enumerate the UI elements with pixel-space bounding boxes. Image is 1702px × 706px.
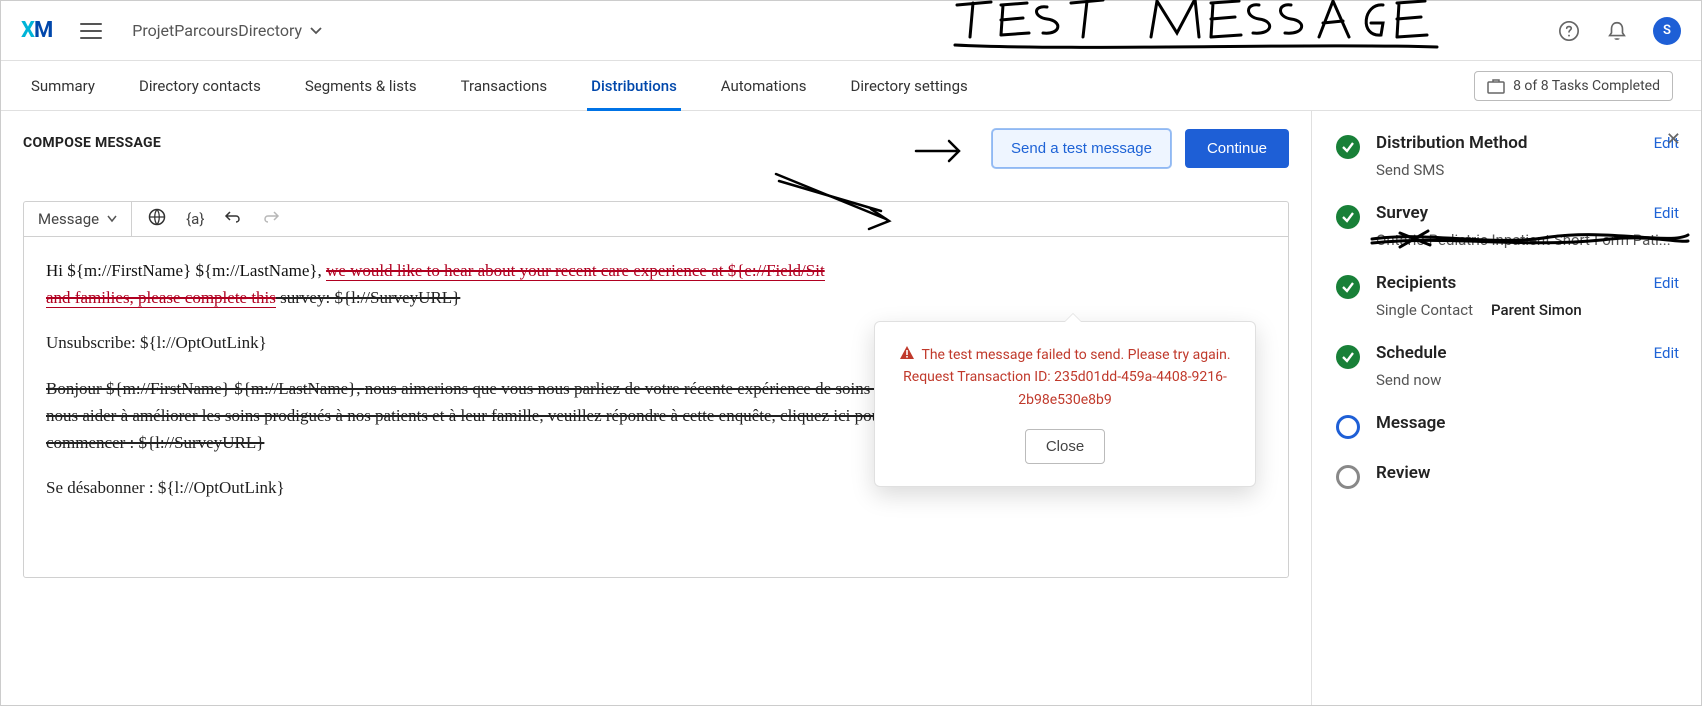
step-sub: Send now: [1376, 371, 1679, 389]
step-title: Review: [1376, 463, 1430, 483]
logo: XM: [21, 18, 52, 43]
help-icon[interactable]: [1557, 19, 1581, 43]
chevron-down-icon: [310, 25, 322, 37]
error-text-2: Request Transaction ID: 235d01dd-459a-44…: [903, 369, 1227, 407]
avatar[interactable]: S: [1653, 17, 1681, 45]
step-title: Recipients: [1376, 273, 1456, 293]
briefcase-icon: [1487, 78, 1505, 94]
step-survey: Survey Edit Ontario Pediatric Inpatient …: [1336, 203, 1679, 249]
tasks-completed-badge[interactable]: 8 of 8 Tasks Completed: [1474, 71, 1673, 101]
step-recipients: Recipients Edit Single ContactParent Sim…: [1336, 273, 1679, 319]
warning-icon: [899, 345, 915, 361]
send-test-message-button[interactable]: Send a test message: [992, 129, 1171, 168]
msg-line-1: Hi ${m://FirstName} ${m://LastName}, we …: [46, 257, 1266, 311]
tab-bar: Summary Directory contacts Segments & li…: [1, 61, 1701, 111]
tab-distributions[interactable]: Distributions: [569, 61, 699, 110]
message-dropdown[interactable]: Message: [24, 202, 132, 236]
top-bar: XM ProjetParcoursDirectory: [1, 1, 1701, 61]
undo-icon[interactable]: [224, 210, 242, 228]
step-sub: Send SMS: [1376, 161, 1679, 179]
popover-close-button[interactable]: Close: [1025, 429, 1105, 464]
error-text-1: The test message failed to send. Please …: [921, 347, 1230, 363]
tab-transactions[interactable]: Transactions: [439, 61, 570, 110]
recipient-name: Parent Simon: [1491, 301, 1582, 319]
ring-icon: [1336, 465, 1360, 489]
test-message-error-popover: The test message failed to send. Please …: [874, 321, 1256, 487]
redo-icon[interactable]: [262, 210, 280, 228]
edit-link[interactable]: Edit: [1654, 204, 1679, 222]
chevron-down-icon: [107, 214, 117, 224]
project-switcher[interactable]: ProjetParcoursDirectory: [132, 21, 322, 40]
step-sub: Single ContactParent Simon: [1376, 301, 1679, 319]
tab-summary[interactable]: Summary: [9, 61, 117, 110]
edit-link[interactable]: Edit: [1654, 274, 1679, 292]
step-title: Survey: [1376, 203, 1428, 223]
check-icon: [1336, 135, 1360, 159]
editor-toolbar: Message {a}: [24, 202, 1288, 237]
check-icon: [1336, 205, 1360, 229]
logo-m: M: [34, 18, 52, 43]
logo-x: X: [21, 18, 34, 43]
piped-text-icon[interactable]: {a}: [186, 210, 204, 228]
scribble-redaction: [1370, 227, 1690, 251]
close-icon[interactable]: ✕: [1666, 129, 1681, 150]
step-message[interactable]: Message: [1336, 413, 1679, 439]
project-name: ProjetParcoursDirectory: [132, 21, 302, 40]
globe-icon[interactable]: [148, 208, 166, 230]
check-icon: [1336, 275, 1360, 299]
step-sub: Ontario Pediatric Inpatient Short-Form P…: [1376, 231, 1679, 249]
tab-directory-settings[interactable]: Directory settings: [829, 61, 990, 110]
tab-automations[interactable]: Automations: [699, 61, 829, 110]
main: COMPOSE MESSAGE Send a test message Cont…: [1, 111, 1701, 705]
step-title: Message: [1376, 413, 1445, 433]
ring-icon: [1336, 415, 1360, 439]
step-distribution-method: Distribution Method Edit Send SMS: [1336, 133, 1679, 179]
bell-icon[interactable]: [1605, 19, 1629, 43]
handwritten-annotation: [951, 0, 1451, 70]
tab-segments-lists[interactable]: Segments & lists: [283, 61, 439, 110]
tasks-text: 8 of 8 Tasks Completed: [1513, 78, 1660, 94]
step-title: Distribution Method: [1376, 133, 1527, 153]
step-review[interactable]: Review: [1336, 463, 1679, 489]
check-icon: [1336, 345, 1360, 369]
step-schedule: Schedule Edit Send now: [1336, 343, 1679, 389]
hamburger-icon[interactable]: [80, 23, 102, 39]
edit-link[interactable]: Edit: [1654, 344, 1679, 362]
step-title: Schedule: [1376, 343, 1447, 363]
steps-sidebar: ✕ Distribution Method Edit Send SMS Surv…: [1311, 111, 1701, 705]
tab-directory-contacts[interactable]: Directory contacts: [117, 61, 283, 110]
continue-button[interactable]: Continue: [1185, 129, 1289, 168]
